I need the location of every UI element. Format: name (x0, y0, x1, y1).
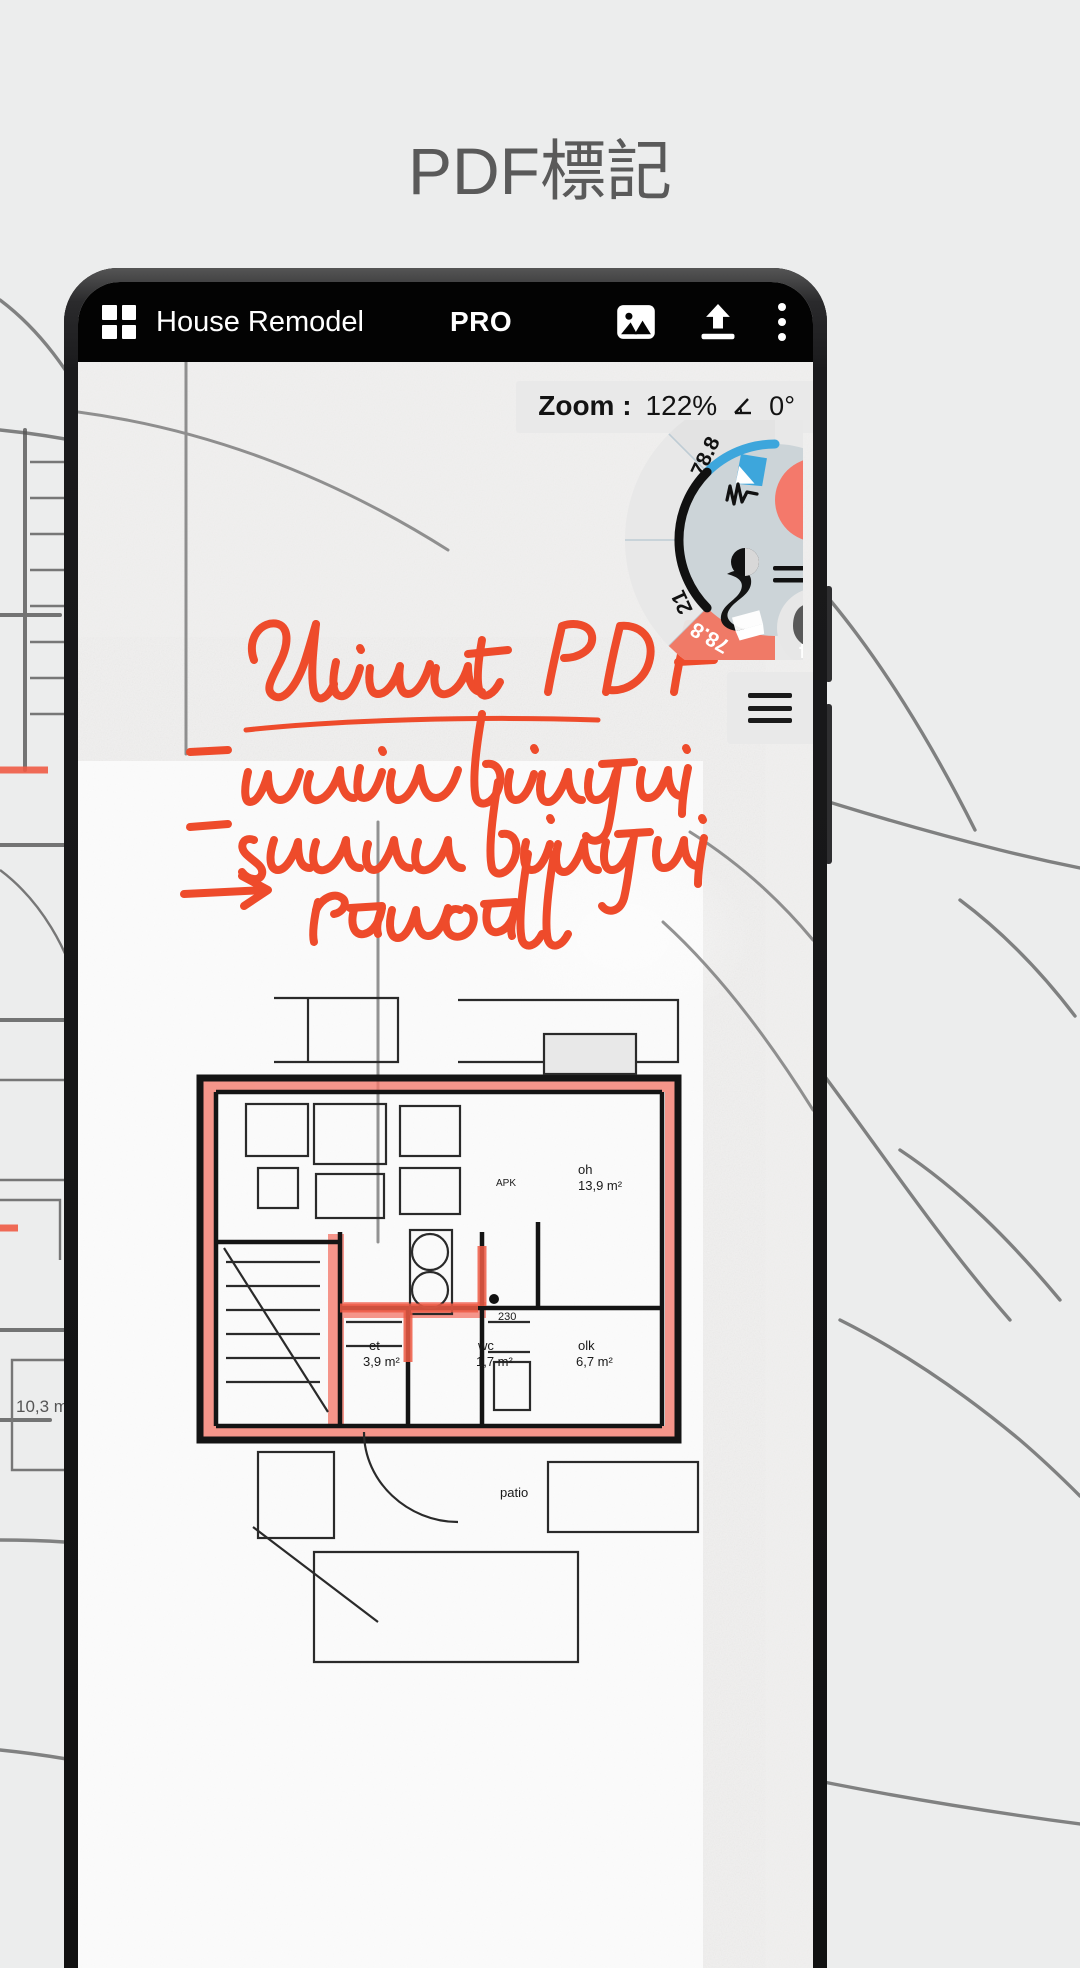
phone-device-frame: House Remodel PRO oh 13,9 m² et 3,9 m² w… (64, 268, 832, 1968)
grid-apps-icon[interactable] (102, 305, 136, 339)
angle-icon (734, 398, 752, 415)
appbar-actions (613, 299, 787, 345)
phone-screen: House Remodel PRO oh 13,9 m² et 3,9 m² w… (78, 282, 813, 1968)
radial-tool-wheel[interactable]: 78.8 21 78.8 8.4 (535, 420, 813, 660)
app-bar: House Remodel PRO (78, 282, 813, 362)
overflow-menu-icon[interactable] (777, 299, 787, 345)
layers-button[interactable] (727, 672, 813, 744)
stacked-bars-icon (748, 693, 792, 723)
document-viewport[interactable]: oh 13,9 m² et 3,9 m² wc 1,7 m² olk 6,7 m… (78, 362, 813, 1968)
pencil-size-label: 8.4 (798, 639, 813, 660)
rotation-value: 0° (769, 390, 795, 421)
share-upload-icon[interactable] (695, 299, 741, 345)
zoom-value: 122% (645, 390, 718, 421)
pro-badge: PRO (449, 306, 513, 337)
image-icon[interactable] (613, 299, 659, 345)
app-title: House Remodel (156, 305, 364, 338)
contrast-circle-icon[interactable] (731, 548, 759, 576)
page-title: PDF標記 (408, 134, 672, 208)
zoom-label: Zoom : (538, 390, 632, 421)
